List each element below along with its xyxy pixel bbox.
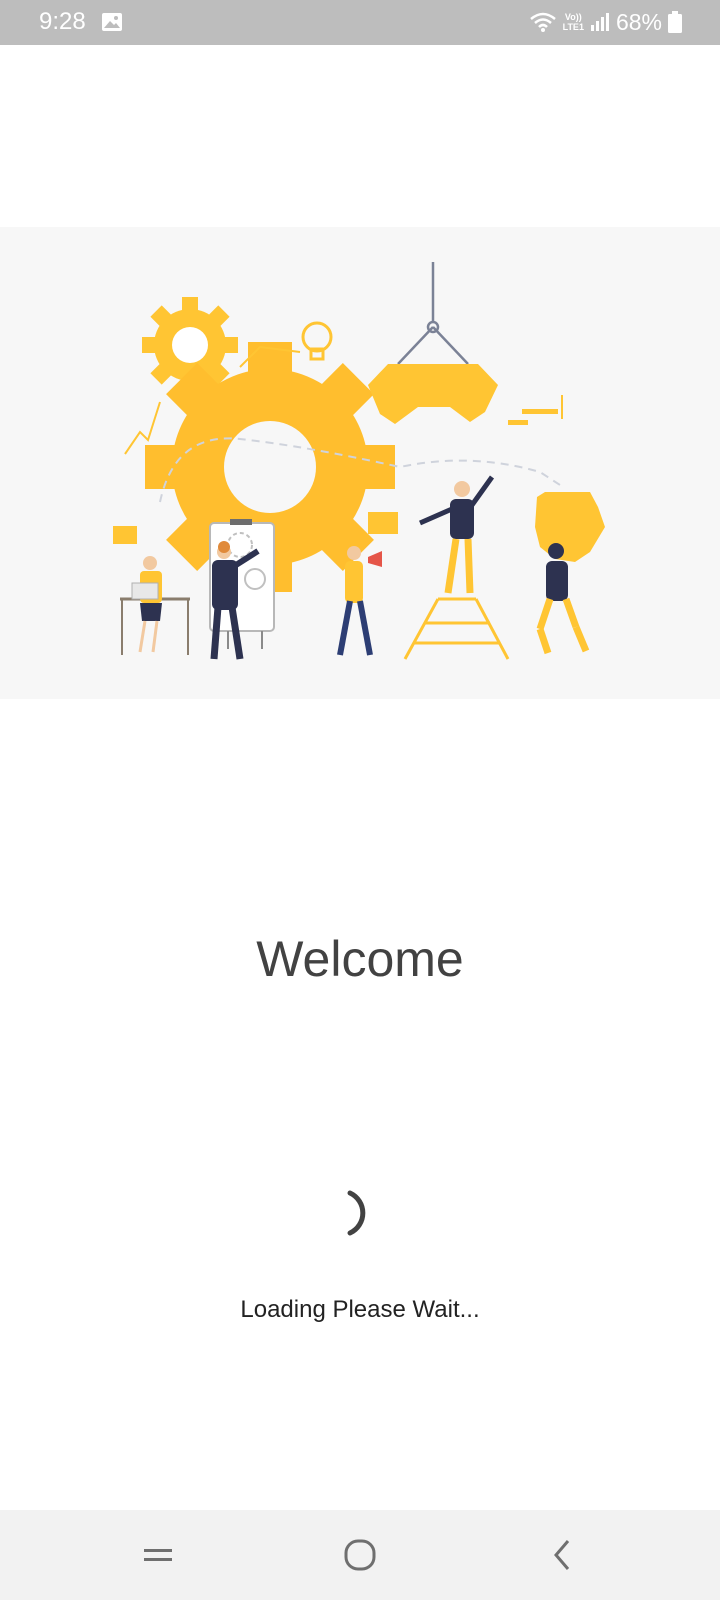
back-button[interactable]	[532, 1530, 592, 1580]
home-button[interactable]	[330, 1530, 390, 1580]
loading-text: Loading Please Wait...	[240, 1296, 480, 1323]
wifi-icon	[529, 12, 556, 32]
loading-spinner-icon	[347, 1190, 366, 1236]
speech-bubble-center	[368, 512, 398, 534]
hanging-gear-icon	[368, 262, 498, 424]
speech-bubble-left	[113, 526, 137, 544]
status-bar: 9:28 Vo)) LTE1 68%	[0, 0, 720, 45]
back-icon	[554, 1540, 570, 1570]
battery-percent: 68%	[615, 8, 662, 35]
recent-apps-icon	[144, 1549, 172, 1561]
recent-apps-button[interactable]	[128, 1530, 188, 1580]
carried-gear-icon	[535, 492, 605, 562]
lte-label-top: Vo))	[564, 12, 582, 22]
woman-at-desk	[120, 556, 190, 655]
man-on-ladder	[403, 475, 510, 660]
lte-label-bottom: LTE1	[562, 22, 584, 32]
man-at-whiteboard	[209, 519, 275, 660]
welcome-title: Welcome	[256, 931, 464, 987]
status-time: 9:28	[39, 8, 86, 35]
hero-illustration	[0, 227, 720, 699]
signal-icon	[590, 13, 609, 31]
navigation-bar	[0, 1510, 720, 1600]
battery-icon	[668, 11, 682, 33]
status-icons: Vo)) LTE1 68%	[529, 8, 682, 36]
gallery-icon	[102, 13, 122, 31]
bars-decoration	[508, 395, 563, 425]
lightbulb-icon	[301, 321, 333, 361]
lte-icon: Vo)) LTE1	[563, 12, 584, 32]
home-icon	[344, 1539, 376, 1571]
team-gears-illustration	[113, 262, 605, 660]
